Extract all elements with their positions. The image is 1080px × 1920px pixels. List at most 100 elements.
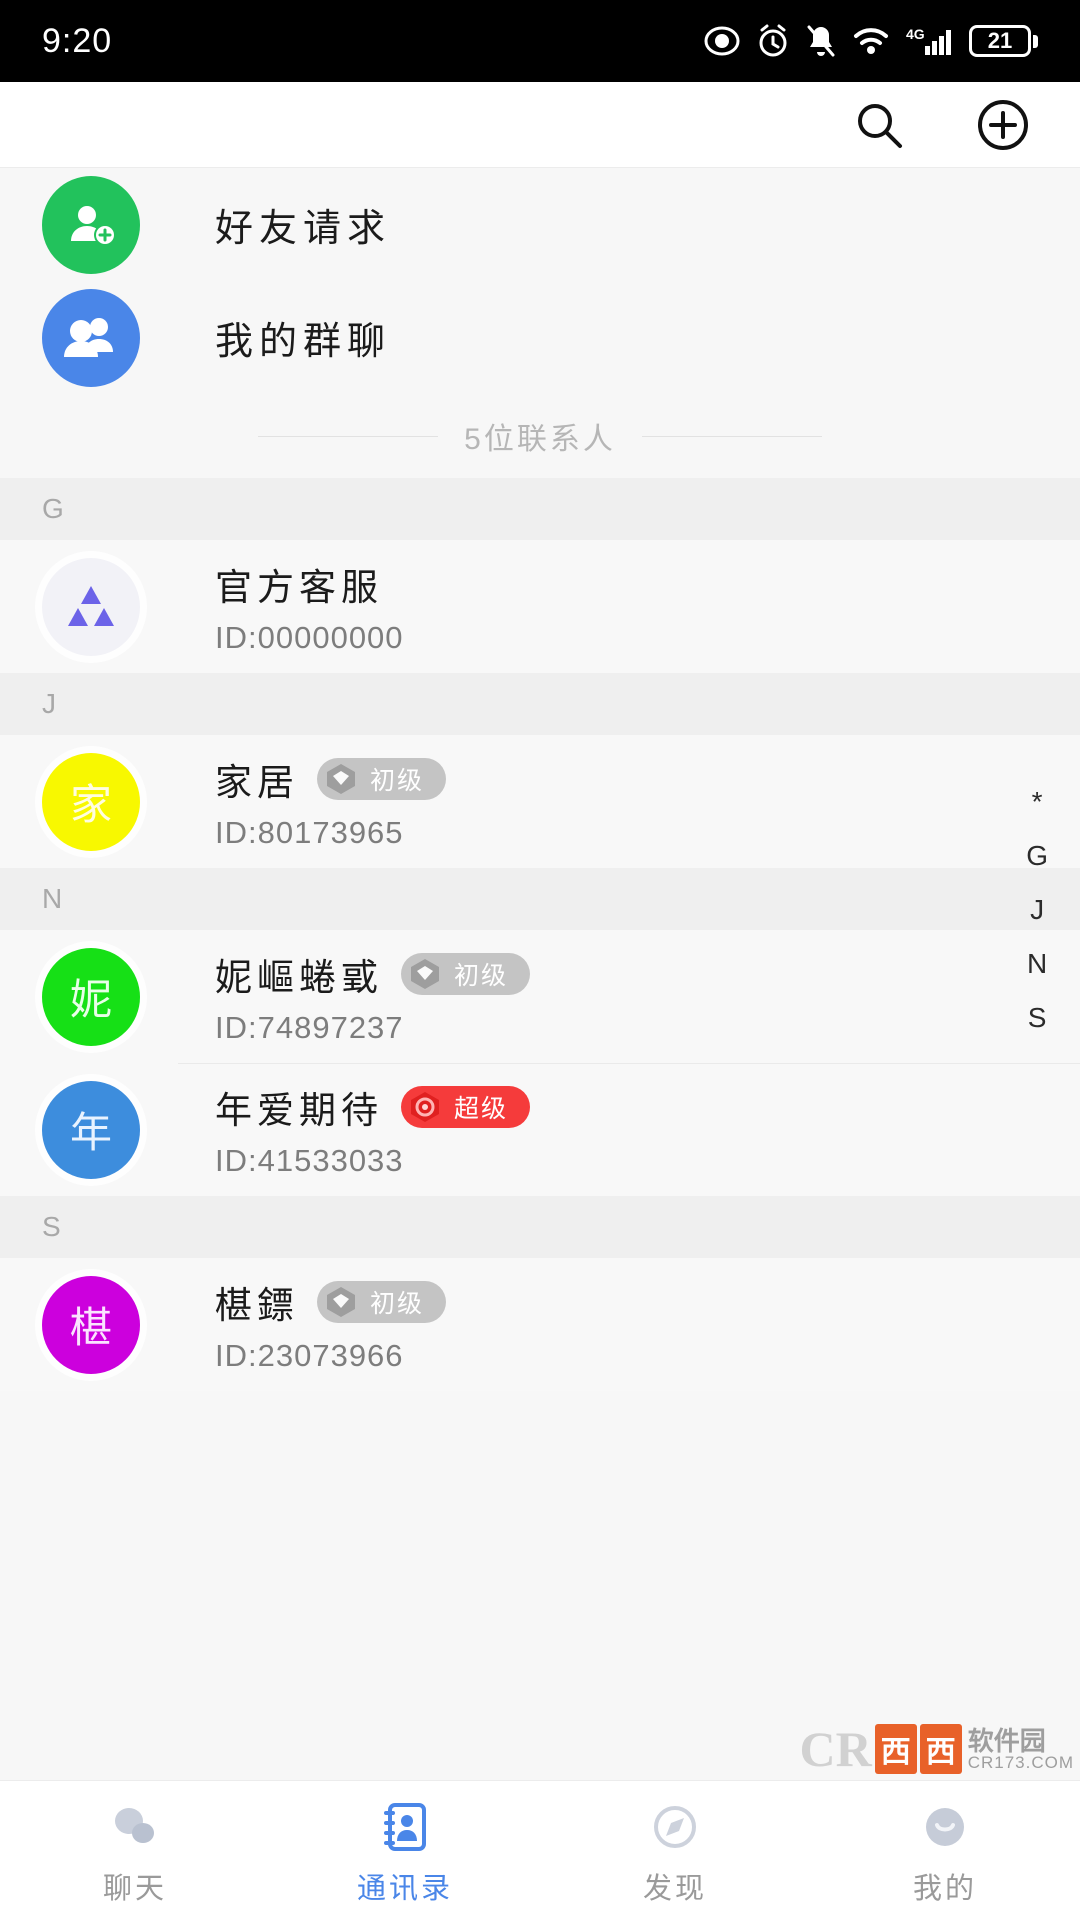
contact-row[interactable]: 年 年爱期待 超级 ID:41533033 xyxy=(0,1063,1080,1196)
profile-icon xyxy=(917,1799,973,1855)
battery-icon: 21 xyxy=(969,25,1038,57)
index-letter-n[interactable]: N xyxy=(1027,949,1047,978)
watermark-text: 软件园 CR173.COM xyxy=(968,1728,1074,1771)
watermark-url: CR173.COM xyxy=(967,1752,1074,1772)
tab-discover[interactable]: 发现 xyxy=(540,1781,810,1907)
watermark-box-2: 西 xyxy=(919,1724,962,1774)
contact-info: 官方客服 ID:00000000 xyxy=(215,557,404,656)
tab-label: 发现 xyxy=(642,1873,707,1905)
section-header-g: G xyxy=(0,478,1080,540)
entry-label: 我的群聊 xyxy=(215,321,392,363)
contact-name: 官方客服 xyxy=(215,567,383,608)
contact-row[interactable]: 家 家居 初级 ID:80173965 xyxy=(0,735,1080,868)
avatar xyxy=(42,557,140,656)
diamond-icon xyxy=(405,954,445,994)
tab-label: 我的 xyxy=(912,1873,977,1905)
index-letter-s[interactable]: S xyxy=(1028,1003,1047,1032)
watermark-name: 软件园 xyxy=(967,1725,1046,1756)
contact-name-row: 椹鏢 初级 xyxy=(215,1275,447,1329)
badge-label: 超级 xyxy=(454,1095,509,1123)
entry-my-groups[interactable]: 我的群聊 xyxy=(0,281,1080,394)
contacts-scroll-area[interactable]: 好友请求 我的群聊 5位联系人 G 官方客服 ID:00000000 J 家 家… xyxy=(0,168,1080,1780)
person-add-icon xyxy=(42,175,140,274)
contact-name-row: 家居 初级 xyxy=(215,752,447,806)
contact-name: 妮嶇蜷戜 xyxy=(215,957,383,998)
eye-icon xyxy=(704,26,740,56)
wifi-icon xyxy=(853,26,889,56)
contact-info: 年爱期待 超级 ID:41533033 xyxy=(215,1080,531,1179)
contact-id: ID:23073966 xyxy=(215,1338,404,1373)
status-icon-group: 4G 21 xyxy=(704,24,1038,58)
tab-label: 聊天 xyxy=(102,1873,167,1905)
index-letter-star[interactable]: * xyxy=(1032,787,1043,816)
contact-row[interactable]: 妮 妮嶇蜷戜 初级 ID:74897237 xyxy=(0,930,1080,1063)
watermark: CR 西 西 软件园 CR173.COM xyxy=(799,1724,1074,1774)
entry-friend-requests[interactable]: 好友请求 xyxy=(0,168,1080,281)
section-header-n: N xyxy=(0,868,1080,930)
compass-icon xyxy=(647,1799,703,1855)
badge-label: 初级 xyxy=(370,767,425,795)
diamond-icon xyxy=(321,1282,361,1322)
divider-right xyxy=(641,435,822,437)
contact-row[interactable]: 椹 椹鏢 初级 ID:23073966 xyxy=(0,1258,1080,1391)
level-badge: 初级 xyxy=(401,953,531,995)
battery-cap xyxy=(1033,34,1038,48)
avatar: 椹 xyxy=(42,1275,140,1374)
badge-label: 初级 xyxy=(454,962,509,990)
tab-label: 通讯录 xyxy=(356,1873,453,1905)
avatar-initial: 妮 xyxy=(69,976,112,1023)
level-badge: 超级 xyxy=(401,1086,531,1128)
status-time: 9:20 xyxy=(42,21,113,60)
avatar-initial: 年 xyxy=(69,1109,112,1156)
badge-label: 初级 xyxy=(370,1290,425,1318)
contact-name-row: 官方客服 xyxy=(215,557,404,611)
contacts-count-divider: 5位联系人 xyxy=(0,394,1080,478)
section-header-s: S xyxy=(0,1196,1080,1258)
avatar: 妮 xyxy=(42,947,140,1046)
divider-left xyxy=(258,435,439,437)
search-icon[interactable] xyxy=(850,96,908,154)
tab-contacts[interactable]: 通讯录 xyxy=(270,1781,540,1907)
tab-profile[interactable]: 我的 xyxy=(810,1781,1080,1907)
contact-name: 年爱期待 xyxy=(215,1090,383,1131)
plus-circle-icon[interactable] xyxy=(974,96,1032,154)
level-badge: 初级 xyxy=(317,758,447,800)
contacts-book-icon xyxy=(377,1799,433,1855)
svg-text:4G: 4G xyxy=(906,26,925,42)
contacts-count-text: 5位联系人 xyxy=(464,423,616,456)
index-letter-j[interactable]: J xyxy=(1030,895,1044,924)
contact-name-row: 年爱期待 超级 xyxy=(215,1080,531,1134)
index-letter-g[interactable]: G xyxy=(1026,841,1048,870)
status-bar: 9:20 4G 21 xyxy=(0,0,1080,82)
bottom-tab-bar: 聊天 通讯录 发现 我的 xyxy=(0,1780,1080,1920)
contact-name: 家居 xyxy=(215,762,299,803)
contact-id: ID:41533033 xyxy=(215,1143,404,1178)
contact-info: 家居 初级 ID:80173965 xyxy=(215,752,447,851)
avatar: 家 xyxy=(42,752,140,851)
contact-id: ID:80173965 xyxy=(215,815,404,850)
contact-id: ID:74897237 xyxy=(215,1010,404,1045)
contact-info: 椹鏢 初级 ID:23073966 xyxy=(215,1275,447,1374)
contact-name: 椹鏢 xyxy=(215,1285,299,1326)
mute-bell-icon xyxy=(806,24,836,58)
watermark-mark: CR xyxy=(799,1721,872,1777)
contact-name-row: 妮嶇蜷戜 初级 xyxy=(215,947,531,1001)
diamond-icon xyxy=(321,759,361,799)
signal-icon: 4G xyxy=(906,25,952,57)
group-icon xyxy=(42,288,140,387)
contact-row[interactable]: 官方客服 ID:00000000 xyxy=(0,540,1080,673)
contact-id: ID:00000000 xyxy=(215,620,404,655)
avatar-initial: 家 xyxy=(69,781,112,828)
diamond-icon xyxy=(405,1087,445,1127)
app-bar xyxy=(0,82,1080,168)
tab-chat[interactable]: 聊天 xyxy=(0,1781,270,1907)
watermark-box-1: 西 xyxy=(874,1724,917,1774)
contact-info: 妮嶇蜷戜 初级 ID:74897237 xyxy=(215,947,531,1046)
battery-level: 21 xyxy=(969,25,1031,57)
avatar: 年 xyxy=(42,1080,140,1179)
alphabet-index-bar[interactable]: * G J N S xyxy=(1012,778,1062,1042)
chat-bubbles-icon xyxy=(107,1799,163,1855)
section-header-j: J xyxy=(0,673,1080,735)
level-badge: 初级 xyxy=(317,1281,447,1323)
alarm-icon xyxy=(757,24,789,58)
